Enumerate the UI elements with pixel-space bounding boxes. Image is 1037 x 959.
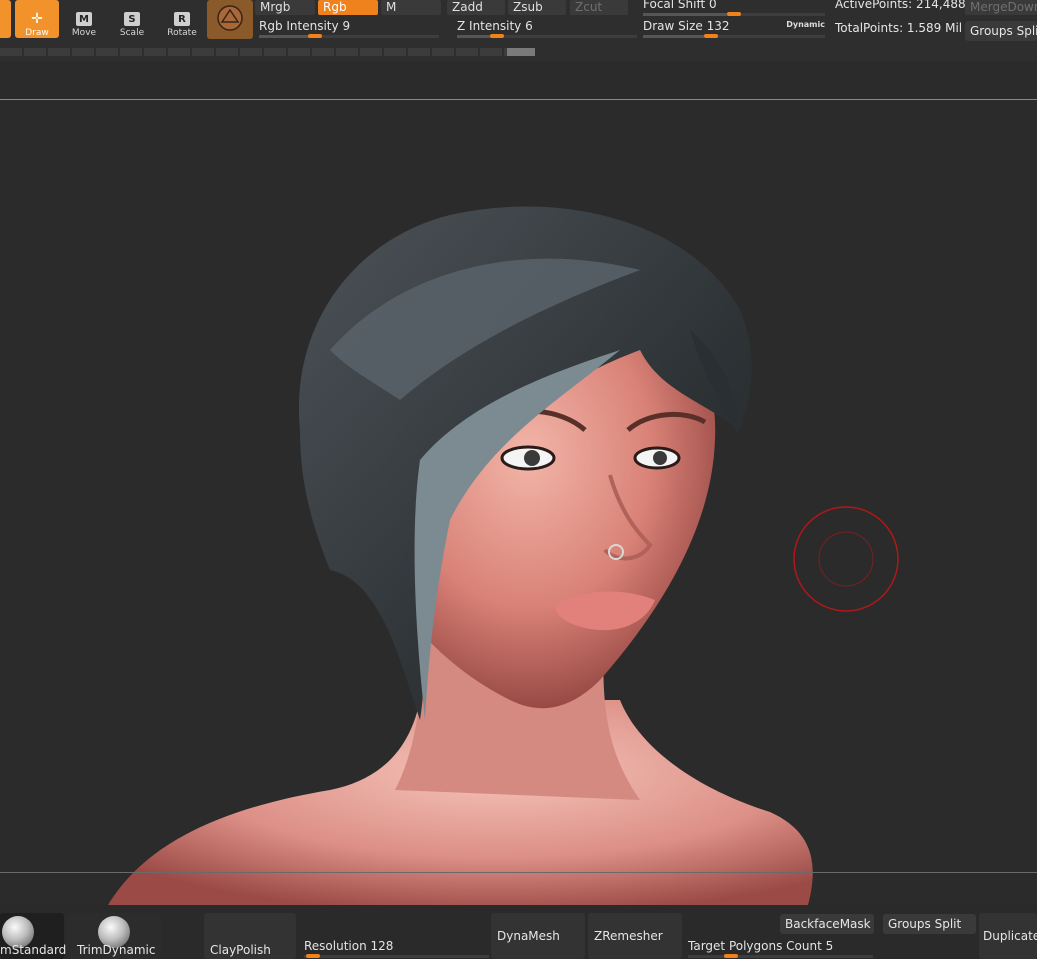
top-toolbar: ✛ Draw M Move S Scale R Rotate Mrgb Rgb … — [0, 0, 1037, 62]
right-iris — [653, 451, 667, 465]
m-button[interactable]: M — [381, 0, 441, 15]
draw-size-slider[interactable]: Draw Size 132 Dynamic — [643, 18, 825, 38]
z-intensity-fill — [457, 35, 490, 38]
target-polygons-track — [688, 955, 873, 958]
draw-size-label: Draw Size — [643, 19, 703, 33]
brush-trimdynamic-label: TrimDynamic — [77, 943, 156, 957]
focal-shift-value: 0 — [709, 0, 717, 11]
rotate-button[interactable]: R Rotate — [163, 0, 201, 38]
resolution-slider[interactable]: Resolution 128 — [304, 938, 489, 958]
claypolish-label: ClayPolish — [210, 943, 271, 957]
duplicate-label: Duplicate — [983, 929, 1037, 943]
palette-edge — [0, 0, 11, 38]
material-button[interactable] — [207, 0, 253, 39]
target-polygons-label: Target Polygons Count — [688, 939, 822, 953]
rgb-intensity-label: Rgb Intensity — [259, 19, 339, 33]
target-polygons-knob[interactable] — [724, 954, 738, 958]
z-intensity-slider[interactable]: Z Intensity 6 — [457, 18, 637, 38]
z-intensity-value: 6 — [525, 19, 533, 33]
claypolish-button[interactable]: ClayPolish — [204, 913, 296, 959]
brush-mstandard-button[interactable]: mStandard — [0, 913, 67, 959]
draw-size-knob[interactable] — [704, 34, 718, 38]
focal-shift-label: Focal Shift — [643, 0, 706, 11]
draw-button[interactable]: ✛ Draw — [15, 0, 59, 38]
resolution-value: 128 — [370, 939, 394, 953]
scale-icon: S — [124, 12, 140, 26]
merge-down-button[interactable]: MergeDown — [965, 0, 1037, 15]
target-polygons-value: 5 — [825, 939, 834, 953]
active-points-stat: ActivePoints: 214,488 — [835, 0, 966, 11]
brush-trimdynamic-button[interactable]: TrimDynamic — [67, 913, 161, 959]
total-points-stat: TotalPoints: 1.589 Mil — [835, 21, 963, 35]
dynamesh-label: DynaMesh — [497, 929, 560, 943]
zremesher-label: ZRemesher — [594, 929, 663, 943]
resolution-track — [304, 955, 489, 958]
canvas-bottom-border — [0, 872, 1037, 873]
resolution-knob[interactable] — [306, 954, 320, 958]
backface-mask-button[interactable]: BackfaceMask — [780, 914, 874, 934]
sculpt-viewport[interactable] — [0, 100, 1037, 905]
zremesher-button[interactable]: ZRemesher — [588, 913, 682, 959]
zsub-button[interactable]: Zsub — [508, 0, 566, 15]
mrgb-button[interactable]: Mrgb — [255, 0, 315, 15]
target-polygons-slider[interactable]: Target Polygons Count 5 — [688, 938, 873, 958]
focal-shift-knob[interactable] — [727, 12, 741, 16]
brush-cursor-inner — [818, 531, 874, 587]
move-button[interactable]: M Move — [66, 0, 102, 38]
rotate-label: Rotate — [167, 28, 197, 38]
z-intensity-knob[interactable] — [490, 34, 504, 38]
draw-size-value: 132 — [706, 19, 730, 33]
rgb-intensity-knob[interactable] — [308, 34, 322, 38]
draw-label: Draw — [25, 28, 49, 38]
dynamesh-button[interactable]: DynaMesh — [491, 913, 585, 959]
rgb-intensity-value: 9 — [342, 19, 351, 33]
scale-label: Scale — [119, 28, 145, 38]
brush-cursor-outer — [793, 506, 899, 612]
draw-size-fill — [643, 35, 704, 38]
move-label: Move — [71, 28, 97, 38]
draw-crosshair-icon: ✛ — [31, 11, 43, 27]
rgb-intensity-fill — [259, 35, 309, 38]
shelf-scrollbar[interactable] — [0, 48, 535, 56]
z-intensity-label: Z Intensity — [457, 19, 522, 33]
scale-button[interactable]: S Scale — [114, 0, 150, 38]
brush-mstandard-label: mStandard — [0, 943, 67, 957]
groups-split-bottom-button[interactable]: Groups Split — [883, 914, 976, 934]
rgb-button[interactable]: Rgb — [318, 0, 378, 15]
resolution-label: Resolution — [304, 939, 367, 953]
groups-split-top-button[interactable]: Groups Split — [965, 21, 1037, 41]
rgb-intensity-slider[interactable]: Rgb Intensity 9 — [259, 18, 439, 38]
material-sphere-icon — [217, 5, 243, 31]
left-iris — [524, 450, 540, 466]
focal-shift-fill — [643, 13, 727, 16]
dynamic-toggle[interactable]: Dynamic — [786, 17, 825, 33]
zcut-button[interactable]: Zcut — [570, 0, 628, 15]
zadd-button[interactable]: Zadd — [447, 0, 505, 15]
rotate-icon: R — [174, 12, 190, 26]
duplicate-button[interactable]: Duplicate — [979, 913, 1037, 959]
move-icon: M — [76, 12, 92, 26]
focal-shift-slider[interactable]: Focal Shift 0 — [643, 0, 825, 16]
shelf-scrollbar-thumb[interactable] — [507, 48, 535, 56]
